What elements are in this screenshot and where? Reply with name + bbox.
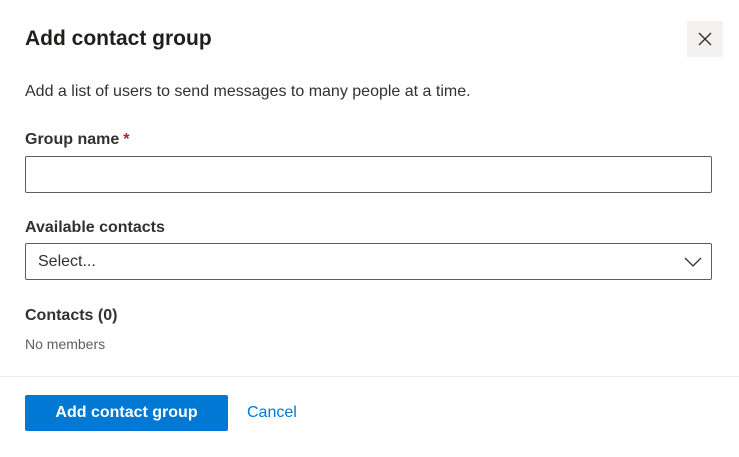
dialog-description: Add a list of users to send messages to …: [25, 83, 471, 100]
chevron-down-icon: [684, 257, 702, 267]
available-contacts-label: Available contacts: [25, 219, 165, 236]
dropdown-selected-value: Select...: [38, 253, 96, 270]
group-name-input[interactable]: [25, 156, 712, 193]
close-button[interactable]: [687, 21, 723, 57]
group-name-label: Group name *: [25, 129, 129, 151]
required-marker: *: [123, 131, 130, 148]
group-name-label-text: Group name: [25, 131, 120, 148]
no-members-text: No members: [25, 336, 106, 352]
cancel-button[interactable]: Cancel: [247, 403, 297, 423]
contacts-count-label: Contacts (0): [25, 307, 118, 324]
close-icon: [698, 32, 712, 46]
dialog-title: Add contact group: [25, 27, 212, 50]
available-contacts-dropdown[interactable]: Select...: [25, 243, 712, 280]
footer-divider: [0, 376, 739, 377]
add-contact-group-button[interactable]: Add contact group: [25, 395, 228, 431]
add-contact-group-dialog: Add contact group Add a list of users to…: [0, 0, 739, 457]
